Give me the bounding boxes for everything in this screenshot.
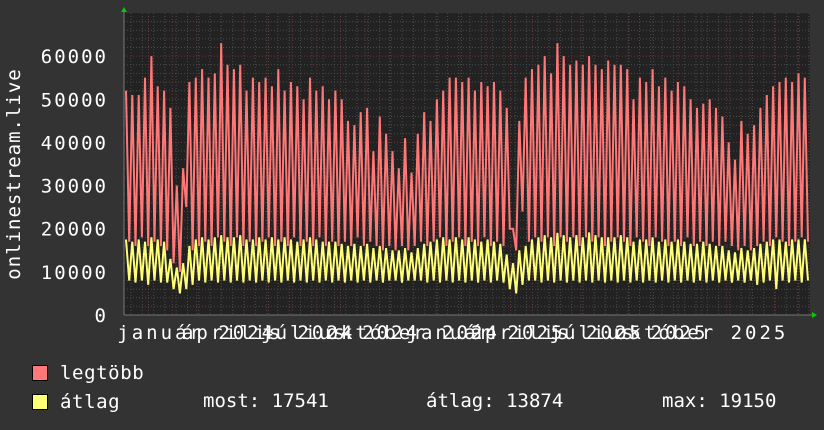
legend-item-avg: átlag — [32, 391, 120, 413]
legend-label-avg: átlag — [60, 391, 121, 413]
x-tick-label: október 2025 — [615, 322, 788, 344]
x-axis-arrow-icon — [812, 312, 817, 318]
legend-swatch-avg — [32, 394, 48, 410]
y-tick-label: 30000 — [41, 176, 108, 198]
y-tick-label: 20000 — [41, 219, 108, 241]
y-tick-label: 50000 — [41, 89, 108, 111]
y-axis-label: onlinestream.live — [3, 68, 25, 279]
legend-item-max: legtöbb — [32, 362, 144, 384]
y-tick-label: 0 — [95, 305, 108, 327]
legend-swatch-max — [32, 365, 48, 381]
stat-average: átlag: 13874 — [426, 390, 564, 412]
legend-label-max: legtöbb — [60, 362, 145, 384]
y-tick-label: 60000 — [41, 46, 108, 68]
stat-current: most: 17541 — [203, 390, 329, 412]
y-tick-label: 10000 — [41, 262, 108, 284]
y-axis-arrow-icon — [121, 7, 127, 12]
y-tick-label: 40000 — [41, 132, 108, 154]
stat-max: max: 19150 — [662, 390, 777, 412]
chart-root: 0 10000 20000 30000 40000 50000 60000 január 20… — [0, 0, 824, 430]
